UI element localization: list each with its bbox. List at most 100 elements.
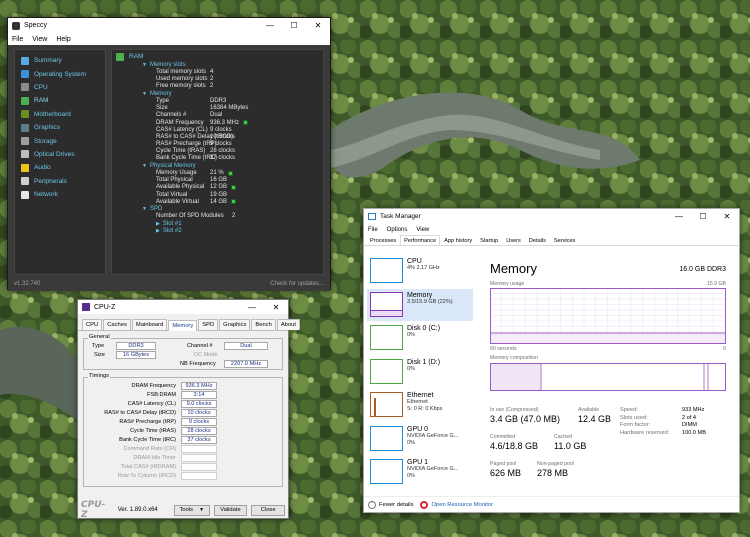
open-resource-monitor-link[interactable]: Open Resource Monitor [420, 500, 493, 509]
device-name: GPU 0 [407, 425, 429, 433]
spec-value: 10 clocks [210, 133, 236, 140]
menu-file[interactable]: File [368, 227, 378, 233]
timings-group: Timings DRAM Frequency 936.3 MHz FSB:DRAM 3… [83, 373, 283, 487]
sidebar-item-optical-drives[interactable]: Optical Drives [15, 148, 105, 161]
device-disk-1-d[interactable]: Disk 1 (D:) 0% [367, 356, 473, 388]
timing-value: 10 clocks [181, 409, 217, 417]
tab-memory[interactable]: Memory [168, 320, 198, 331]
close-icon[interactable]: ✕ [264, 300, 288, 315]
tab-startup[interactable]: Startup [476, 235, 502, 245]
graphics-icon [21, 123, 29, 132]
spec-row: Total Physical 16 GB [112, 177, 323, 184]
tab-performance[interactable]: Performance [400, 235, 441, 245]
tab-graphics[interactable]: Graphics [219, 319, 251, 330]
timing-value: 3:14 [181, 391, 217, 399]
device-cpu[interactable]: CPU 4% 2.17 GHz [367, 255, 473, 287]
tab-app-history[interactable]: App history [440, 235, 476, 245]
section-spd[interactable]: ▼ SPD [112, 205, 323, 212]
spd-slot-1[interactable]: ▶ Slot #1 [112, 220, 323, 227]
sidebar-item-summary[interactable]: Summary [15, 54, 105, 67]
tab-mainboard[interactable]: Mainboard [131, 319, 168, 330]
minimize-icon[interactable]: — [258, 18, 282, 33]
sidebar-item-label: Graphics [34, 124, 61, 132]
menu-view[interactable]: View [416, 227, 429, 233]
timing-label: FSB:DRAM [147, 392, 176, 398]
tab-cpu[interactable]: CPU [82, 319, 103, 330]
tab-spd[interactable]: SPD [198, 319, 219, 330]
sidebar-item-graphics[interactable]: Graphics [15, 121, 105, 134]
device-info: Ethernet Ethernet S: 0 R: 0 Kbps [407, 389, 442, 421]
device-name: Disk 0 (C:) [407, 325, 441, 332]
tab-caches[interactable]: Caches [103, 319, 131, 330]
sidebar-item-operating-system[interactable]: Operating System [15, 67, 105, 80]
fewer-details-button[interactable]: ˆ Fewer details [368, 500, 413, 509]
speccy-titlebar[interactable]: Speccy — ☐ ✕ [8, 18, 330, 33]
tab-services[interactable]: Services [550, 235, 579, 245]
spec-label: Hardware reserved: [620, 429, 670, 436]
timing-label: Cycle Time (tRAS) [130, 428, 176, 434]
sidebar-item-cpu[interactable]: CPU [15, 81, 105, 94]
spec-row: Total Virtual 19 GB [112, 191, 323, 198]
taskmgr-titlebar[interactable]: Task Manager — ☐ ✕ [364, 209, 739, 224]
tab-users[interactable]: Users [502, 235, 525, 245]
spec-row: Free memory slots 2 [112, 83, 323, 90]
sidebar-item-motherboard[interactable]: Motherboard [15, 108, 105, 121]
sidebar-item-network[interactable]: Network [15, 188, 105, 201]
device-disk-0-c[interactable]: Disk 0 (C:) 0% [367, 322, 473, 354]
peripherals-icon [21, 177, 29, 186]
section-memory[interactable]: ▼ Memory [112, 90, 323, 97]
sidebar-item-label: Operating System [34, 70, 87, 78]
validate-button[interactable]: Validate [213, 504, 248, 516]
menu-options[interactable]: Options [387, 227, 408, 233]
spec-row: Bank Cycle Time (tRC) 37 clocks [112, 155, 323, 162]
device-graph-thumbnail [370, 392, 403, 417]
device-memory[interactable]: Memory 3.5/15.9 GB (22%) [367, 288, 473, 321]
spec-row: Available Physical 12 GB [112, 184, 323, 191]
close-button[interactable]: Close [251, 504, 285, 516]
section-physical-memory[interactable]: ▼ Physical Memory [112, 162, 323, 169]
menu-view[interactable]: View [32, 36, 47, 43]
paged-pool-value: 626 MB [490, 468, 522, 478]
device-gpu-1[interactable]: GPU 1 NVIDIA GeForce G... 0% [367, 456, 473, 488]
close-icon[interactable]: ✕ [306, 18, 330, 33]
tools-button[interactable]: Tools ▼ [173, 504, 210, 516]
sidebar-item-audio[interactable]: Audio [15, 161, 105, 174]
spec-key: Cycle Time (tRAS) [156, 148, 206, 155]
tab-details[interactable]: Details [525, 235, 550, 245]
memory-usage-graph [490, 288, 726, 344]
minimize-icon[interactable]: — [667, 209, 691, 224]
cpuz-title: CPU-Z [94, 303, 116, 311]
spec-key: Free memory slots [156, 83, 206, 90]
sidebar-item-peripherals[interactable]: Peripherals [15, 175, 105, 188]
maximize-icon[interactable]: ☐ [282, 18, 306, 33]
taskmgr-menubar: File Options View [364, 224, 739, 235]
minimize-icon[interactable]: — [240, 300, 264, 315]
device-ethernet[interactable]: Ethernet Ethernet S: 0 R: 0 Kbps [367, 389, 473, 421]
sidebar-item-ram[interactable]: RAM [15, 94, 105, 107]
spec-key: Channels # [156, 112, 187, 119]
device-detail: NVIDIA GeForce G... [407, 466, 459, 472]
check-updates-link[interactable]: Check for updates... [270, 281, 324, 287]
type-value: DDR3 [116, 342, 156, 350]
close-icon[interactable]: ✕ [715, 209, 739, 224]
cpuz-titlebar[interactable]: CPU-Z — ✕ [78, 300, 288, 314]
physical-memory-list: Memory Usage 21 % Total Physical 16 GB Avail… [112, 169, 323, 205]
status-indicator-icon [243, 120, 249, 125]
tab-bench[interactable]: Bench [251, 319, 276, 330]
tab-about[interactable]: About [276, 319, 300, 330]
sidebar-item-label: Storage [34, 137, 57, 145]
spec-value: 2 [210, 83, 214, 90]
sidebar-item-storage[interactable]: Storage [15, 134, 105, 147]
spd-slot-2[interactable]: ▶ Slot #2 [112, 227, 323, 234]
maximize-icon[interactable]: ☐ [691, 209, 715, 224]
speccy-details-panel[interactable]: RAM ▼ Memory slots Total memory slots 4 Use… [111, 49, 324, 275]
device-detail: 4% 2.17 GHz [407, 265, 440, 271]
menu-help[interactable]: Help [56, 36, 70, 43]
device-gpu-0[interactable]: GPU 0 NVIDIA GeForce G... 0% [367, 423, 473, 455]
tab-processes[interactable]: Processes [366, 235, 400, 245]
timing-label-disabled: Row To Column (tRCD) [117, 473, 176, 479]
spec-row: Channels # Dual [112, 112, 323, 119]
section-memory-slots[interactable]: ▼ Memory slots [112, 61, 323, 68]
menu-file[interactable]: File [12, 36, 23, 43]
memory-composition-bar [490, 363, 726, 391]
